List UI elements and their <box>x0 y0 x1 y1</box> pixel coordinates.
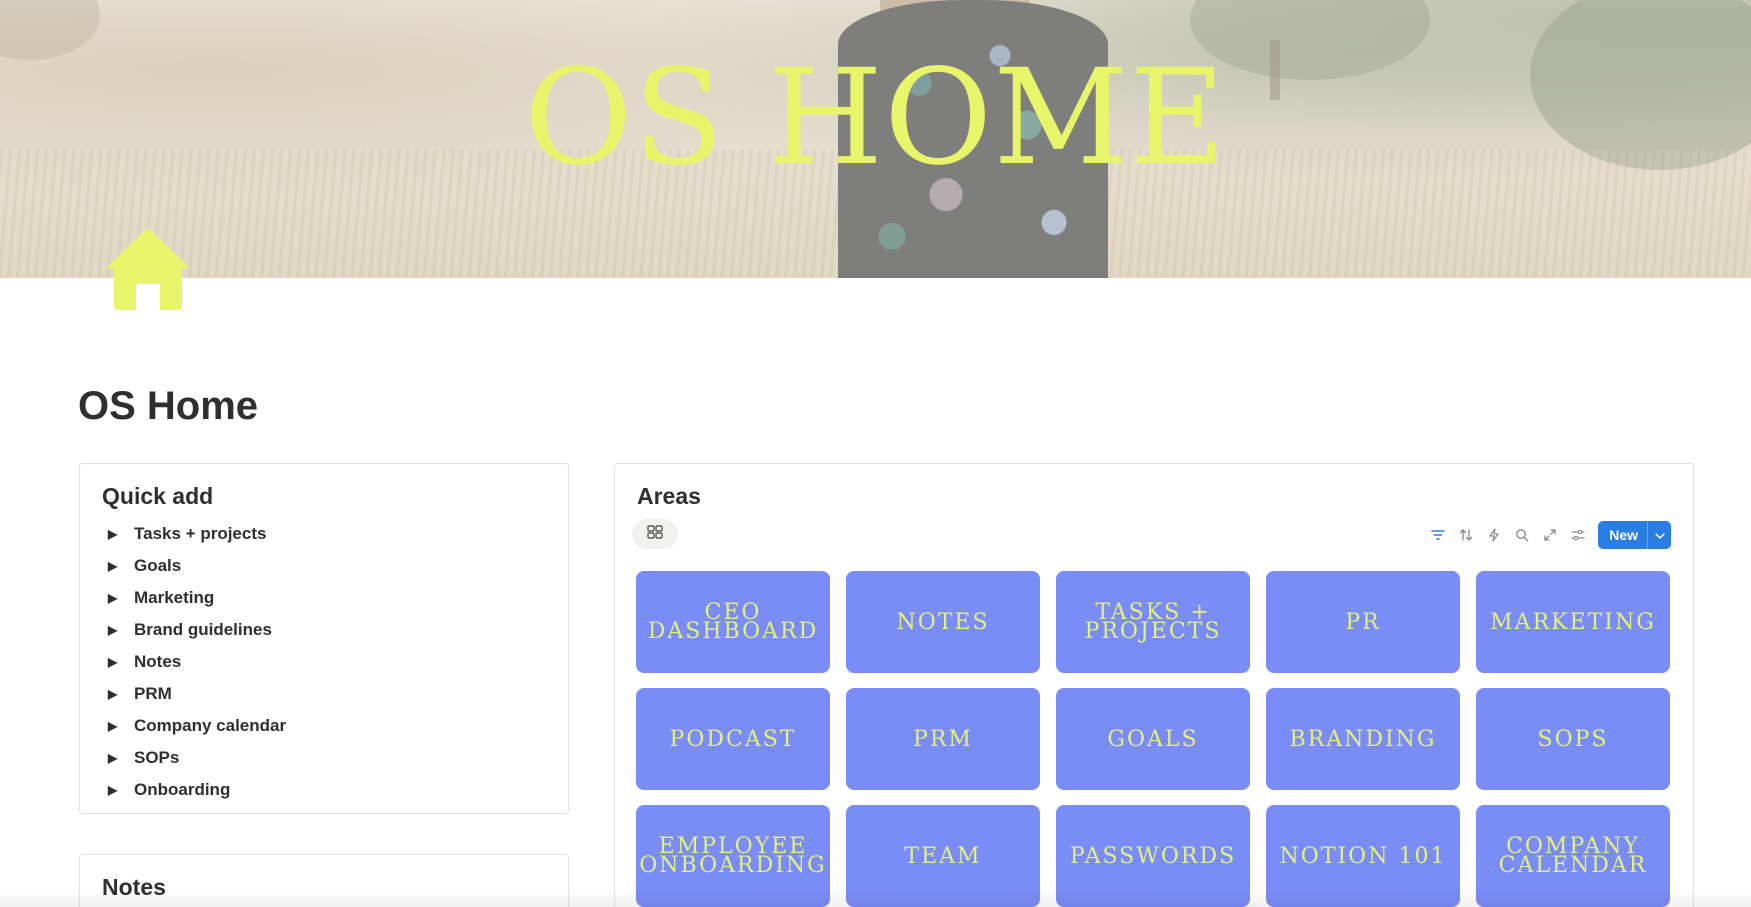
toggle-caret-icon[interactable]: ▶ <box>108 527 134 541</box>
area-tile-label: TEAM <box>904 843 982 869</box>
toggle-caret-icon[interactable]: ▶ <box>108 751 134 765</box>
area-tile-label: COMPANY CALENDAR <box>1498 834 1648 878</box>
areas-heading: Areas <box>637 483 701 509</box>
toggle-caret-icon[interactable]: ▶ <box>108 655 134 669</box>
new-dropdown-button[interactable] <box>1647 521 1671 549</box>
area-tile-label: NOTES <box>896 609 990 635</box>
toggle-item[interactable]: ▶ SOPs <box>108 742 286 774</box>
toggle-item[interactable]: ▶ Onboarding <box>108 774 286 806</box>
filter-icon[interactable] <box>1424 521 1452 549</box>
toggle-label: SOPs <box>134 748 180 767</box>
new-button-group: New <box>1598 521 1671 549</box>
toggle-item[interactable]: ▶ Tasks + projects <box>108 518 286 550</box>
area-tile[interactable]: CEO DASHBOARD <box>636 571 830 673</box>
toggle-label: Goals <box>134 556 182 575</box>
chevron-down-icon <box>1654 526 1665 544</box>
toggle-label: Marketing <box>134 588 215 607</box>
toggle-label: Company calendar <box>134 716 287 735</box>
quick-add-heading: Quick add <box>102 483 214 509</box>
quick-add-list: ▶ Tasks + projects ▶ Goals ▶ Marketing ▶ Brand … <box>108 518 286 806</box>
toggle-item[interactable]: ▶ Company calendar <box>108 710 286 742</box>
area-tile-label: CEO DASHBOARD <box>647 600 819 644</box>
page-title[interactable]: OS Home <box>78 382 258 430</box>
toggle-item[interactable]: ▶ Brand guidelines <box>108 614 286 646</box>
area-tile-label: MARKETING <box>1490 609 1656 635</box>
area-tile-label: TASKS + PROJECTS <box>1084 600 1222 644</box>
search-icon[interactable] <box>1508 521 1536 549</box>
area-tile-label: SOPS <box>1537 726 1609 752</box>
toggle-caret-icon[interactable]: ▶ <box>108 687 134 701</box>
new-button[interactable]: New <box>1598 521 1647 549</box>
toggle-label: PRM <box>134 684 172 703</box>
toggle-caret-icon[interactable]: ▶ <box>108 719 134 733</box>
settings-icon[interactable] <box>1564 521 1592 549</box>
area-tile[interactable]: PR <box>1266 571 1460 673</box>
toggle-caret-icon[interactable]: ▶ <box>108 783 134 797</box>
area-tile-label: PODCAST <box>669 726 797 752</box>
toggle-item[interactable]: ▶ Notes <box>108 646 286 678</box>
areas-gallery: CEO DASHBOARD NOTES TASKS + PROJECTS PR MARK… <box>636 571 1670 907</box>
gallery-view-tab[interactable] <box>632 519 678 549</box>
gallery-view-icon <box>647 524 663 544</box>
automation-icon[interactable] <box>1480 521 1508 549</box>
area-tile-label: EMPLOYEE ONBOARDING <box>639 834 827 878</box>
quick-add-card: Quick add ▶ Tasks + projects ▶ Goals ▶ Market… <box>79 463 569 814</box>
area-tile-label: GOALS <box>1107 726 1199 752</box>
areas-card: Areas New CEO DASHBOARD NOTES TASKS + PR… <box>614 463 1694 907</box>
bottom-fade <box>0 887 1751 907</box>
area-tile-label: PR <box>1345 609 1381 635</box>
toggle-caret-icon[interactable]: ▶ <box>108 591 134 605</box>
toggle-item[interactable]: ▶ Goals <box>108 550 286 582</box>
area-tile[interactable]: PODCAST <box>636 688 830 790</box>
area-tile[interactable]: PRM <box>846 688 1040 790</box>
area-tile[interactable]: GOALS <box>1056 688 1250 790</box>
house-icon[interactable] <box>104 226 192 310</box>
toggle-item[interactable]: ▶ PRM <box>108 678 286 710</box>
toggle-item[interactable]: ▶ Marketing <box>108 582 286 614</box>
area-tile-label: NOTION 101 <box>1279 843 1447 869</box>
toggle-label: Brand guidelines <box>134 620 272 639</box>
toggle-label: Notes <box>134 652 182 671</box>
area-tile[interactable]: BRANDING <box>1266 688 1460 790</box>
toggle-caret-icon[interactable]: ▶ <box>108 623 134 637</box>
expand-icon[interactable] <box>1536 521 1564 549</box>
cover-image: OS HOME <box>0 0 1751 278</box>
toggle-label: Onboarding <box>134 780 231 799</box>
database-toolbar: New <box>1424 521 1671 549</box>
area-tile-label: PASSWORDS <box>1069 843 1237 869</box>
toggle-caret-icon[interactable]: ▶ <box>108 559 134 573</box>
toggle-label: Tasks + projects <box>134 524 267 543</box>
area-tile[interactable]: MARKETING <box>1476 571 1670 673</box>
area-tile[interactable]: SOPS <box>1476 688 1670 790</box>
sort-icon[interactable] <box>1452 521 1480 549</box>
area-tile[interactable]: NOTES <box>846 571 1040 673</box>
area-tile[interactable]: TASKS + PROJECTS <box>1056 571 1250 673</box>
cover-title: OS HOME <box>524 41 1227 195</box>
area-tile-label: PRM <box>913 726 973 752</box>
area-tile-label: BRANDING <box>1289 726 1437 752</box>
